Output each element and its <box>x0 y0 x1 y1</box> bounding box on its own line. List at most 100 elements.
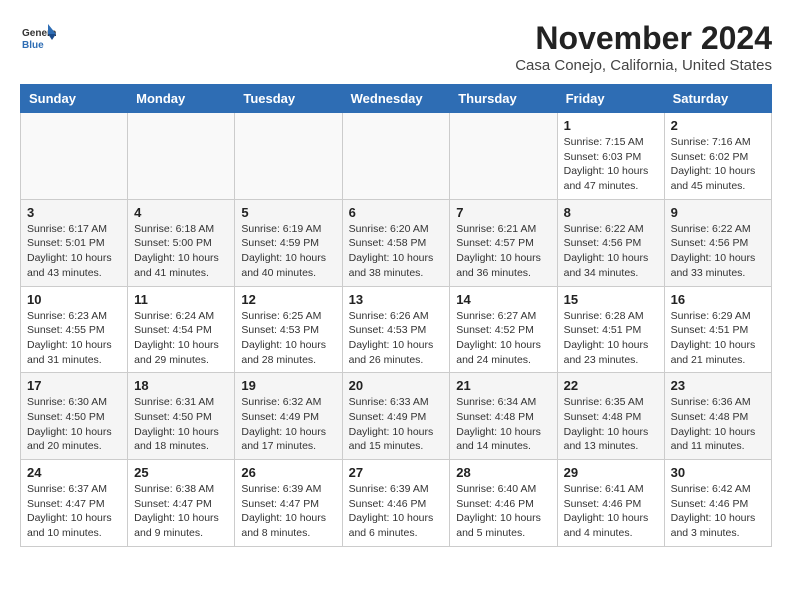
table-row: 30 Sunrise: 6:42 AMSunset: 4:46 PMDayligh… <box>664 460 771 547</box>
day-number: 18 <box>134 378 228 393</box>
table-row: 6 Sunrise: 6:20 AMSunset: 4:58 PMDaylight… <box>342 199 450 286</box>
table-row: 5 Sunrise: 6:19 AMSunset: 4:59 PMDaylight… <box>235 199 342 286</box>
day-number: 9 <box>671 205 765 220</box>
table-row: 28 Sunrise: 6:40 AMSunset: 4:46 PMDayligh… <box>450 460 557 547</box>
table-row: 26 Sunrise: 6:39 AMSunset: 4:47 PMDayligh… <box>235 460 342 547</box>
header-friday: Friday <box>557 85 664 113</box>
logo-icon: General Blue <box>20 20 56 56</box>
table-row: 17 Sunrise: 6:30 AMSunset: 4:50 PMDayligh… <box>21 373 128 460</box>
header-wednesday: Wednesday <box>342 85 450 113</box>
table-row: 25 Sunrise: 6:38 AMSunset: 4:47 PMDayligh… <box>128 460 235 547</box>
table-row: 27 Sunrise: 6:39 AMSunset: 4:46 PMDayligh… <box>342 460 450 547</box>
table-row: 13 Sunrise: 6:26 AMSunset: 4:53 PMDayligh… <box>342 286 450 373</box>
day-number: 11 <box>134 292 228 307</box>
day-info: Sunrise: 6:18 AMSunset: 5:00 PMDaylight:… <box>134 222 228 281</box>
day-number: 14 <box>456 292 550 307</box>
table-row: 12 Sunrise: 6:25 AMSunset: 4:53 PMDayligh… <box>235 286 342 373</box>
day-info: Sunrise: 6:30 AMSunset: 4:50 PMDaylight:… <box>27 395 121 454</box>
day-info: Sunrise: 6:39 AMSunset: 4:47 PMDaylight:… <box>241 482 335 541</box>
table-row <box>235 113 342 200</box>
day-number: 29 <box>564 465 658 480</box>
table-row <box>21 113 128 200</box>
day-info: Sunrise: 7:16 AMSunset: 6:02 PMDaylight:… <box>671 135 765 194</box>
day-number: 25 <box>134 465 228 480</box>
day-info: Sunrise: 6:34 AMSunset: 4:48 PMDaylight:… <box>456 395 550 454</box>
table-row <box>128 113 235 200</box>
day-number: 19 <box>241 378 335 393</box>
day-number: 3 <box>27 205 121 220</box>
month-title: November 2024 <box>515 20 772 57</box>
table-row: 23 Sunrise: 6:36 AMSunset: 4:48 PMDayligh… <box>664 373 771 460</box>
day-info: Sunrise: 6:38 AMSunset: 4:47 PMDaylight:… <box>134 482 228 541</box>
day-info: Sunrise: 6:28 AMSunset: 4:51 PMDaylight:… <box>564 309 658 368</box>
day-info: Sunrise: 6:20 AMSunset: 4:58 PMDaylight:… <box>349 222 444 281</box>
day-info: Sunrise: 6:24 AMSunset: 4:54 PMDaylight:… <box>134 309 228 368</box>
day-info: Sunrise: 6:19 AMSunset: 4:59 PMDaylight:… <box>241 222 335 281</box>
table-row: 3Sunrise: 6:17 AMSunset: 5:01 PMDaylight… <box>21 199 128 286</box>
day-info: Sunrise: 6:22 AMSunset: 4:56 PMDaylight:… <box>564 222 658 281</box>
svg-text:Blue: Blue <box>22 40 44 51</box>
day-number: 6 <box>349 205 444 220</box>
day-info: Sunrise: 6:39 AMSunset: 4:46 PMDaylight:… <box>349 482 444 541</box>
day-info: Sunrise: 7:15 AMSunset: 6:03 PMDaylight:… <box>564 135 658 194</box>
header-monday: Monday <box>128 85 235 113</box>
day-info: Sunrise: 6:40 AMSunset: 4:46 PMDaylight:… <box>456 482 550 541</box>
title-area: November 2024 Casa Conejo, California, U… <box>515 20 772 74</box>
table-row: 22 Sunrise: 6:35 AMSunset: 4:48 PMDayligh… <box>557 373 664 460</box>
day-number: 22 <box>564 378 658 393</box>
table-row: 14 Sunrise: 6:27 AMSunset: 4:52 PMDayligh… <box>450 286 557 373</box>
day-number: 8 <box>564 205 658 220</box>
day-number: 20 <box>349 378 444 393</box>
day-number: 12 <box>241 292 335 307</box>
table-row <box>450 113 557 200</box>
header-sunday: Sunday <box>21 85 128 113</box>
table-row: 20 Sunrise: 6:33 AMSunset: 4:49 PMDayligh… <box>342 373 450 460</box>
table-row: 16Sunrise: 6:29 AMSunset: 4:51 PMDayligh… <box>664 286 771 373</box>
day-number: 13 <box>349 292 444 307</box>
day-number: 1 <box>564 118 658 133</box>
day-number: 24 <box>27 465 121 480</box>
day-info: Sunrise: 6:32 AMSunset: 4:49 PMDaylight:… <box>241 395 335 454</box>
table-row: 4 Sunrise: 6:18 AMSunset: 5:00 PMDaylight… <box>128 199 235 286</box>
day-info: Sunrise: 6:33 AMSunset: 4:49 PMDaylight:… <box>349 395 444 454</box>
day-info: Sunrise: 6:36 AMSunset: 4:48 PMDaylight:… <box>671 395 765 454</box>
table-row: 21 Sunrise: 6:34 AMSunset: 4:48 PMDayligh… <box>450 373 557 460</box>
day-number: 2 <box>671 118 765 133</box>
day-info: Sunrise: 6:42 AMSunset: 4:46 PMDaylight:… <box>671 482 765 541</box>
day-number: 17 <box>27 378 121 393</box>
table-row: 11 Sunrise: 6:24 AMSunset: 4:54 PMDayligh… <box>128 286 235 373</box>
day-number: 7 <box>456 205 550 220</box>
table-row: 9 Sunrise: 6:22 AMSunset: 4:56 PMDaylight… <box>664 199 771 286</box>
day-number: 4 <box>134 205 228 220</box>
table-row: 19 Sunrise: 6:32 AMSunset: 4:49 PMDayligh… <box>235 373 342 460</box>
day-number: 5 <box>241 205 335 220</box>
day-info: Sunrise: 6:26 AMSunset: 4:53 PMDaylight:… <box>349 309 444 368</box>
page-header: General Blue November 2024 Casa Conejo, … <box>20 20 772 74</box>
table-row: 18 Sunrise: 6:31 AMSunset: 4:50 PMDayligh… <box>128 373 235 460</box>
day-info: Sunrise: 6:35 AMSunset: 4:48 PMDaylight:… <box>564 395 658 454</box>
header-tuesday: Tuesday <box>235 85 342 113</box>
day-info: Sunrise: 6:22 AMSunset: 4:56 PMDaylight:… <box>671 222 765 281</box>
day-number: 26 <box>241 465 335 480</box>
header-saturday: Saturday <box>664 85 771 113</box>
day-number: 27 <box>349 465 444 480</box>
calendar-table: Sunday Monday Tuesday Wednesday Thursday… <box>20 84 772 547</box>
day-number: 21 <box>456 378 550 393</box>
day-number: 23 <box>671 378 765 393</box>
day-info: Sunrise: 6:27 AMSunset: 4:52 PMDaylight:… <box>456 309 550 368</box>
day-info: Sunrise: 6:31 AMSunset: 4:50 PMDaylight:… <box>134 395 228 454</box>
table-row: 10Sunrise: 6:23 AMSunset: 4:55 PMDayligh… <box>21 286 128 373</box>
day-number: 16 <box>671 292 765 307</box>
day-number: 28 <box>456 465 550 480</box>
day-info: Sunrise: 6:41 AMSunset: 4:46 PMDaylight:… <box>564 482 658 541</box>
day-number: 30 <box>671 465 765 480</box>
table-row: 1 Sunrise: 7:15 AMSunset: 6:03 PMDaylight… <box>557 113 664 200</box>
day-info: Sunrise: 6:21 AMSunset: 4:57 PMDaylight:… <box>456 222 550 281</box>
logo: General Blue <box>20 20 56 56</box>
day-info: Sunrise: 6:25 AMSunset: 4:53 PMDaylight:… <box>241 309 335 368</box>
table-row: 8 Sunrise: 6:22 AMSunset: 4:56 PMDaylight… <box>557 199 664 286</box>
day-number: 15 <box>564 292 658 307</box>
table-row: 24Sunrise: 6:37 AMSunset: 4:47 PMDayligh… <box>21 460 128 547</box>
location: Casa Conejo, California, United States <box>515 57 772 74</box>
table-row: 15 Sunrise: 6:28 AMSunset: 4:51 PMDayligh… <box>557 286 664 373</box>
